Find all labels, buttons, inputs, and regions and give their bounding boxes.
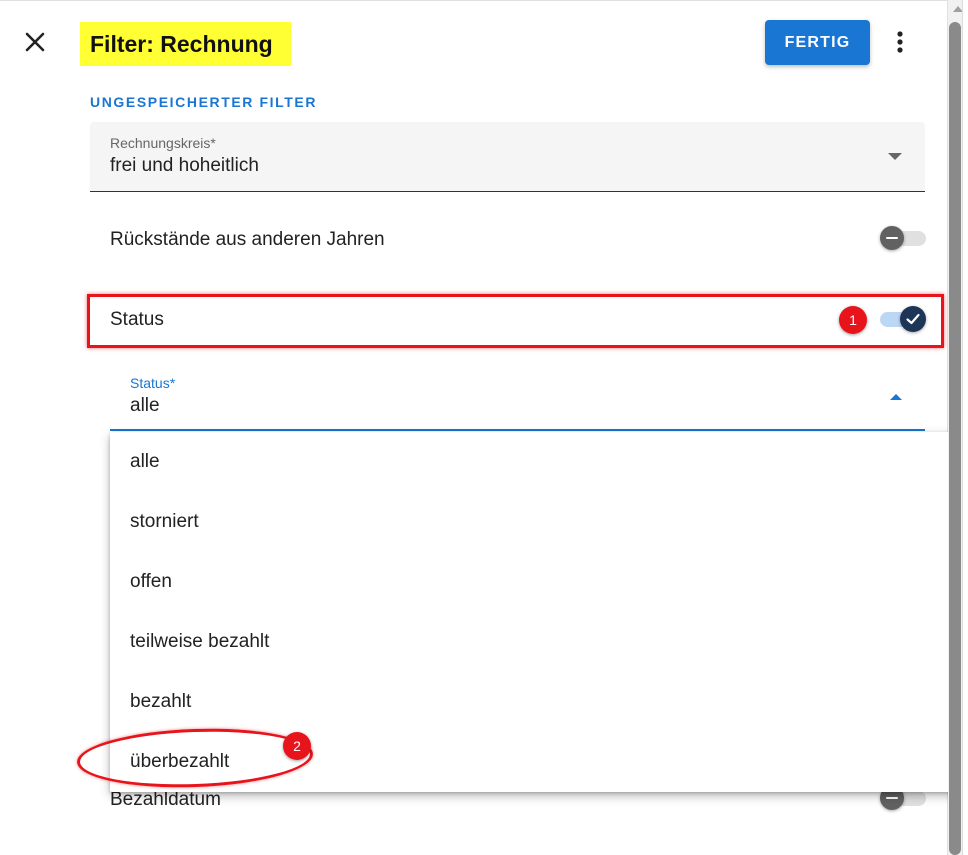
annotation-highlight-box [87,294,944,348]
rechnungskreis-value: frei und hoheitlich [110,155,259,176]
dialog-title: Filter: Rechnung [90,30,273,57]
rechnungskreis-label: Rechnungskreis* [110,135,216,151]
more-options-button[interactable] [885,27,915,57]
close-button[interactable] [20,27,50,57]
status-option-alle[interactable]: alle [110,432,965,492]
status-select[interactable]: Status* alle [110,364,925,431]
toggle-off-icon [880,226,904,250]
done-button[interactable]: FERTIG [765,20,870,65]
close-icon [25,32,45,52]
section-label: UNGESPEICHERTER FILTER [90,94,318,110]
rueckstaende-toggle[interactable] [880,226,926,250]
status-option-teilweise-bezahlt[interactable]: teilweise bezahlt [110,612,965,672]
scrollbar-thumb[interactable] [949,22,961,855]
annotation-badge-2: 2 [283,732,311,760]
status-select-label: Status* [130,375,176,391]
dropdown-arrow-icon [888,153,902,160]
dropdown-arrow-up-icon [890,394,902,400]
status-select-value: alle [130,395,160,416]
dialog-title-highlight: Filter: Rechnung [80,22,291,66]
rueckstaende-label: Rückstände aus anderen Jahren [110,229,385,250]
bezahldatum-label: Bezahldatum [110,789,221,810]
background-page-edge [962,0,968,855]
status-option-offen[interactable]: offen [110,552,965,612]
more-vert-icon [897,31,903,53]
status-option-storniert[interactable]: storniert [110,492,965,552]
status-option-bezahlt[interactable]: bezahlt [110,672,965,732]
rechnungskreis-select[interactable]: Rechnungskreis* frei und hoheitlich [90,122,925,192]
annotation-badge-1: 1 [839,306,867,334]
